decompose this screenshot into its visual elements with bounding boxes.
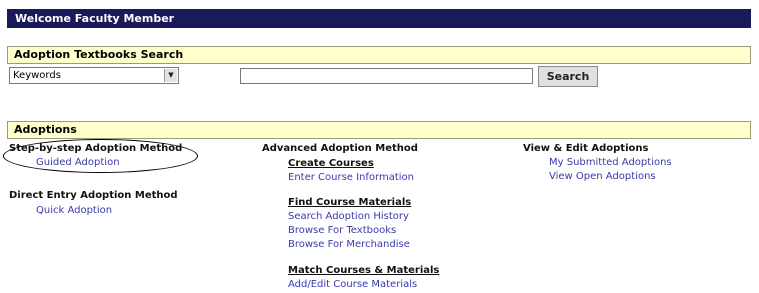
search-history-link[interactable]: Search Adoption History [288, 211, 409, 222]
chevron-down-icon[interactable]: ▼ [164, 69, 177, 82]
step-by-step-heading: Step-by-step Adoption Method [9, 143, 183, 154]
enter-course-info-link[interactable]: Enter Course Information [288, 172, 414, 183]
add-edit-materials-link[interactable]: Add/Edit Course Materials [288, 279, 417, 290]
my-submitted-link[interactable]: My Submitted Adoptions [549, 157, 672, 168]
create-courses-title: Create Courses [288, 158, 374, 169]
welcome-bar: Welcome Faculty Member [7, 9, 751, 28]
adoptions-section-header: Adoptions [7, 121, 751, 139]
advanced-heading: Advanced Adoption Method [262, 143, 418, 154]
view-edit-heading: View & Edit Adoptions [523, 143, 649, 154]
guided-adoption-link[interactable]: Guided Adoption [36, 157, 120, 168]
search-section-header: Adoption Textbooks Search [7, 46, 751, 64]
search-type-select[interactable]: Keywords ▼ [9, 67, 179, 84]
search-button[interactable]: Search [538, 66, 598, 87]
view-open-link[interactable]: View Open Adoptions [549, 171, 656, 182]
quick-adoption-link[interactable]: Quick Adoption [36, 205, 112, 216]
browse-textbooks-link[interactable]: Browse For Textbooks [288, 225, 396, 236]
search-type-value: Keywords [13, 70, 61, 81]
direct-entry-heading: Direct Entry Adoption Method [9, 190, 178, 201]
find-materials-title: Find Course Materials [288, 197, 412, 208]
match-title: Match Courses & Materials [288, 265, 440, 276]
browse-merchandise-link[interactable]: Browse For Merchandise [288, 239, 410, 250]
search-input[interactable] [240, 68, 533, 84]
